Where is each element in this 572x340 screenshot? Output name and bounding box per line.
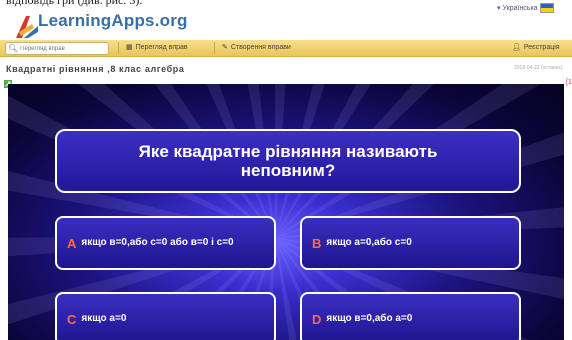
answer-text: якщо а=0 (81, 313, 127, 324)
answer-option-c[interactable]: C якщо а=0 (55, 292, 276, 340)
logo-text[interactable]: LearningApps.org (38, 11, 188, 31)
answer-text: якщо в=0,або а=0 (326, 313, 413, 324)
answer-option-a[interactable]: A якщо в=0,або с=0 або в=0 і с=0 (55, 216, 276, 270)
create-exercise-link[interactable]: ✎ Створення вправи (222, 43, 291, 52)
header: LearningApps.org ▾ Українська (0, 0, 572, 40)
create-label: Створення вправи (230, 43, 291, 51)
date-label: 2018-04-22 (останнє) (514, 65, 563, 71)
page-title: Квадратні рівняння ,8 клас алгебра (6, 64, 185, 74)
chevron-down-icon: ▾ (497, 5, 501, 12)
logo-icon[interactable] (14, 12, 40, 40)
answer-option-b[interactable]: B якщо а=0,або с=0 (300, 216, 521, 270)
search-box[interactable]: 🔍︎ (5, 42, 109, 55)
grid-icon: ▦ (126, 44, 133, 51)
answer-letter: C (67, 311, 77, 327)
answer-letter: D (312, 311, 322, 327)
browse-exercises-link[interactable]: ▦ Перегляд вправ (126, 43, 188, 52)
answer-letter: A (67, 235, 77, 251)
quiz-game-area: Яке квадратне рівняння називають неповни… (8, 84, 564, 340)
nav-separator (214, 42, 215, 54)
answer-letter: B (312, 235, 322, 251)
register-link[interactable]: 👤︎ Реєстрація (512, 43, 560, 52)
ukraine-flag-icon (539, 3, 554, 13)
search-input[interactable] (18, 45, 108, 52)
browse-label: Перегляд вправ (135, 43, 188, 51)
navbar: 🔍︎ ▦ Перегляд вправ ✎ Створення вправи 👤… (0, 40, 572, 57)
language-label: Українська (502, 4, 538, 12)
exercise-titlebar: Квадратні рівняння ,8 клас алгебра 2018-… (0, 57, 572, 79)
user-icon: 👤︎ (512, 44, 521, 51)
register-label: Реєстрація (523, 43, 560, 51)
language-selector[interactable]: ▾ Українська (497, 3, 554, 13)
answer-text: якщо в=0,або с=0 або в=0 і с=0 (81, 237, 234, 248)
answer-option-d[interactable]: D якщо в=0,або а=0 (300, 292, 521, 340)
nav-separator (118, 42, 119, 54)
answer-text: якщо а=0,або с=0 (326, 237, 412, 248)
pencil-icon: ✎ (222, 44, 228, 51)
question-text: Яке квадратне рівняння називають неповни… (138, 142, 438, 180)
question-box: Яке квадратне рівняння називають неповни… (55, 129, 521, 193)
corner-marker-icon: [1 (566, 79, 572, 86)
search-icon: 🔍︎ (8, 44, 19, 53)
